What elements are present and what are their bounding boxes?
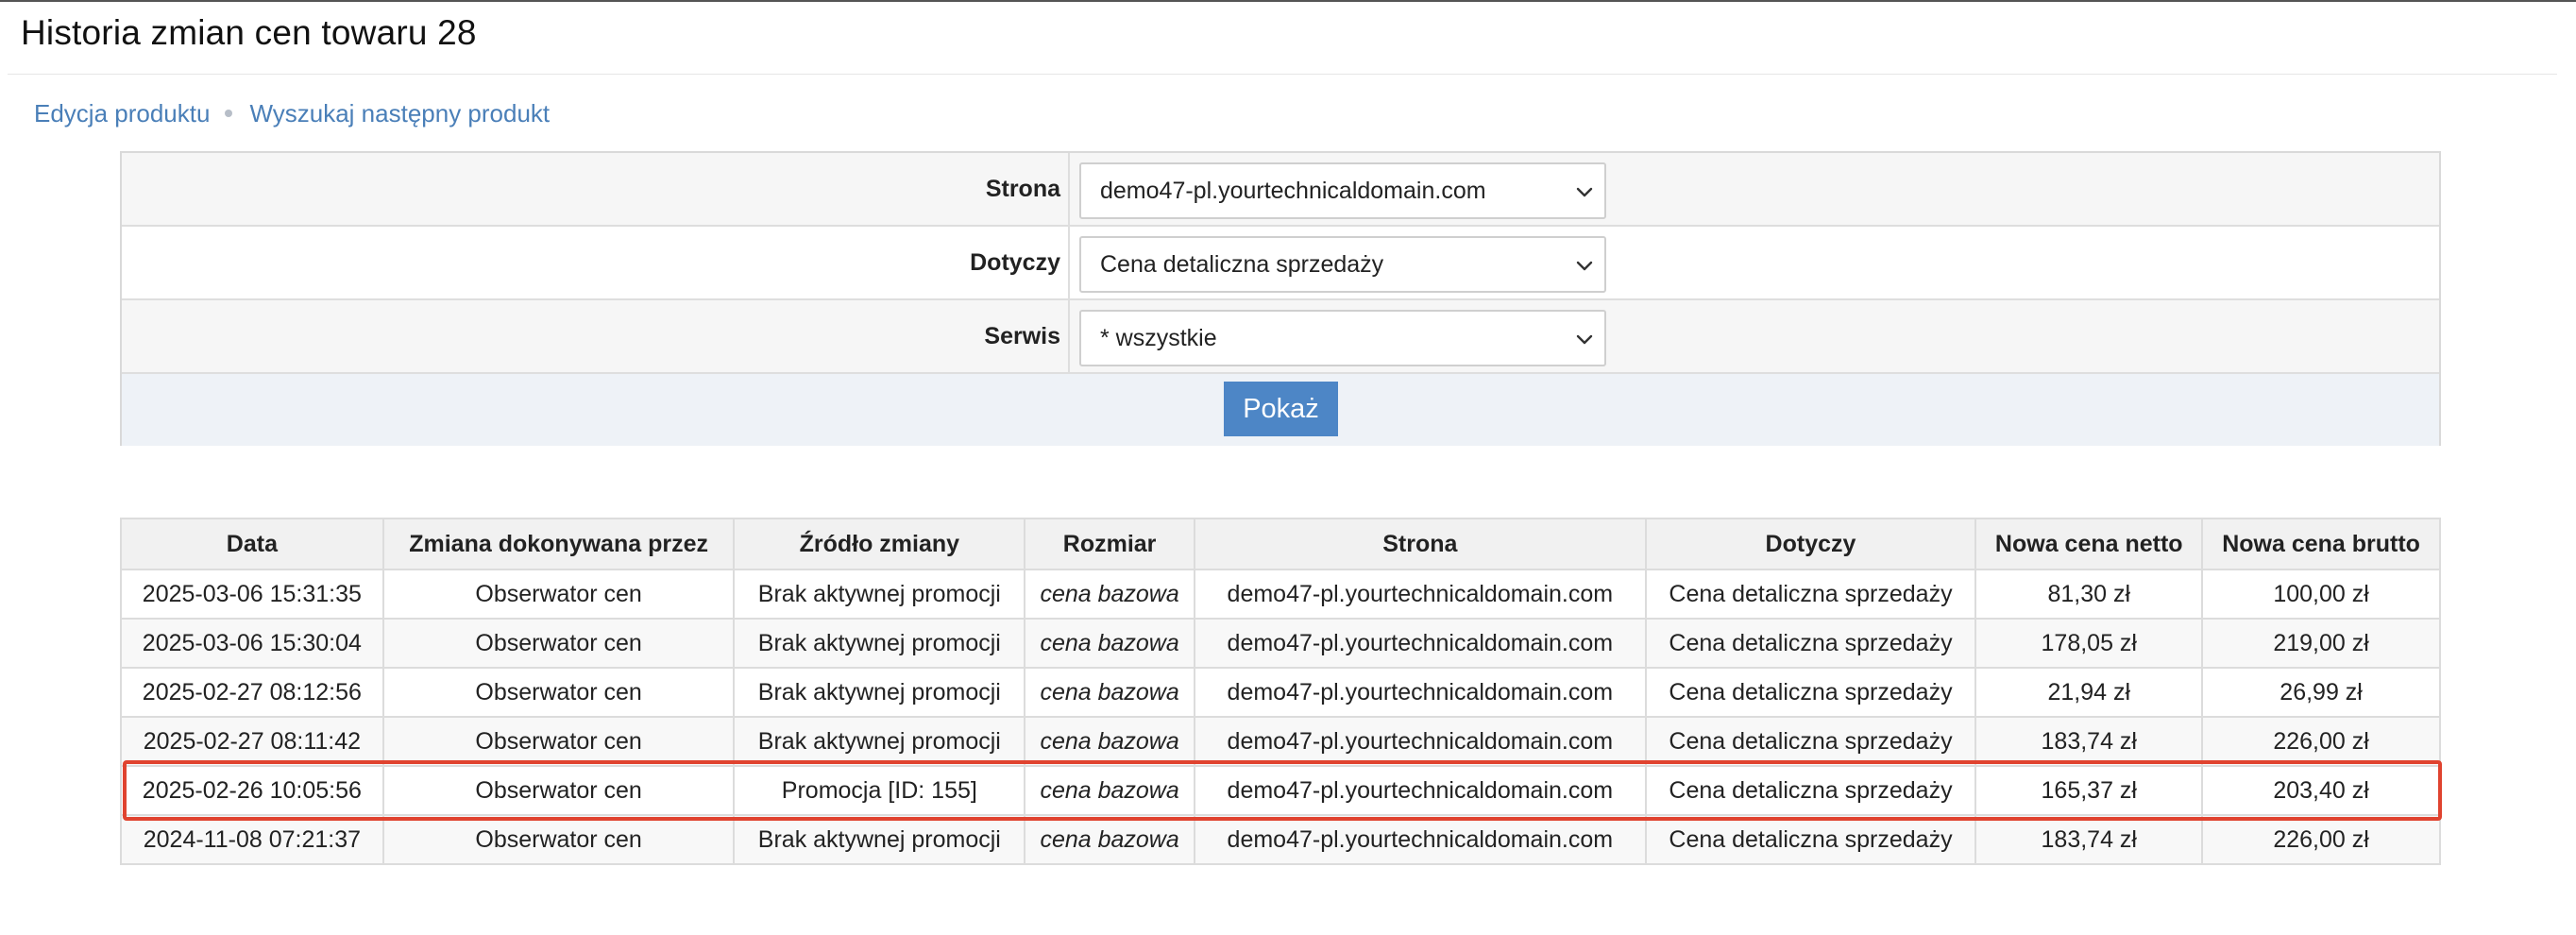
cell-net-price: 183,74 zł <box>1974 814 2204 865</box>
column-header[interactable]: Zmiana dokonywana przez <box>381 518 736 570</box>
cell-applies-to: Cena detaliczna sprzedaży <box>1644 618 1977 669</box>
site-select-value: demo47-pl.yourtechnicaldomain.com <box>1100 177 1486 204</box>
column-header[interactable]: Źródło zmiany <box>733 518 1026 570</box>
chevron-down-icon <box>1576 334 1593 345</box>
cell-gross-price: 26,99 zł <box>2201 667 2441 718</box>
cell-source: Brak aktywnej promocji <box>733 667 1026 718</box>
cell-date: 2025-02-27 08:12:56 <box>120 667 384 718</box>
cell-source: Brak aktywnej promocji <box>733 569 1026 620</box>
cell-size: cena bazowa <box>1024 716 1196 767</box>
cell-changed-by: Obserwator cen <box>381 667 736 718</box>
service-select-value: * wszystkie <box>1100 324 1217 351</box>
cell-size: cena bazowa <box>1024 569 1196 620</box>
price-history-table: Data Zmiana dokonywana przez Źródło zmia… <box>120 518 2441 865</box>
cell-changed-by: Obserwator cen <box>381 569 736 620</box>
cell-gross-price: 226,00 zł <box>2201 716 2441 767</box>
cell-site: demo47-pl.yourtechnicaldomain.com <box>1194 814 1647 865</box>
cell-gross-price: 226,00 zł <box>2201 814 2441 865</box>
cell-size: cena bazowa <box>1024 814 1196 865</box>
cell-changed-by: Obserwator cen <box>381 618 736 669</box>
column-header[interactable]: Data <box>120 518 384 570</box>
top-border <box>0 0 2576 2</box>
cell-changed-by: Obserwator cen <box>381 765 736 816</box>
cell-applies-to: Cena detaliczna sprzedaży <box>1644 814 1977 865</box>
column-header[interactable]: Dotyczy <box>1644 518 1977 570</box>
service-select[interactable]: * wszystkie <box>1079 310 1606 366</box>
cell-date: 2025-02-26 10:05:56 <box>120 765 384 816</box>
cell-site: demo47-pl.yourtechnicaldomain.com <box>1194 667 1647 718</box>
cell-changed-by: Obserwator cen <box>381 814 736 865</box>
title-divider <box>8 74 2557 75</box>
column-header[interactable]: Nowa cena brutto <box>2201 518 2441 570</box>
applies-to-label: Dotyczy <box>122 227 1070 298</box>
column-header[interactable]: Rozmiar <box>1024 518 1196 570</box>
cell-date: 2025-03-06 15:31:35 <box>120 569 384 620</box>
applies-to-select[interactable]: Cena detaliczna sprzedaży <box>1079 236 1606 293</box>
search-next-product-link[interactable]: Wyszukaj następny produkt <box>249 99 550 128</box>
filter-actions: Pokaż <box>122 374 2439 446</box>
cell-source: Brak aktywnej promocji <box>733 814 1026 865</box>
table-row: 2024-11-08 07:21:37 Obserwator cen Brak … <box>120 814 2441 865</box>
cell-net-price: 183,74 zł <box>1974 716 2204 767</box>
breadcrumb: Edycja produktu Wyszukaj następny produk… <box>34 98 550 128</box>
page-title: Historia zmian cen towaru 28 <box>21 13 477 52</box>
cell-net-price: 178,05 zł <box>1974 618 2204 669</box>
cell-date: 2025-02-27 08:11:42 <box>120 716 384 767</box>
site-select[interactable]: demo47-pl.yourtechnicaldomain.com <box>1079 162 1606 219</box>
table-row: 2025-03-06 15:30:04 Obserwator cen Brak … <box>120 618 2441 669</box>
table-row-highlighted: 2025-02-26 10:05:56 Obserwator cen Promo… <box>120 765 2441 816</box>
edit-product-link[interactable]: Edycja produktu <box>34 99 210 128</box>
table-header-row: Data Zmiana dokonywana przez Źródło zmia… <box>120 518 2441 570</box>
cell-site: demo47-pl.yourtechnicaldomain.com <box>1194 618 1647 669</box>
column-header[interactable]: Strona <box>1194 518 1647 570</box>
chevron-down-icon <box>1576 261 1593 271</box>
chevron-down-icon <box>1576 187 1593 197</box>
cell-source: Brak aktywnej promocji <box>733 716 1026 767</box>
cell-site: demo47-pl.yourtechnicaldomain.com <box>1194 569 1647 620</box>
cell-date: 2024-11-08 07:21:37 <box>120 814 384 865</box>
service-label: Serwis <box>122 300 1070 372</box>
cell-size: cena bazowa <box>1024 667 1196 718</box>
cell-gross-price: 100,00 zł <box>2201 569 2441 620</box>
cell-size: cena bazowa <box>1024 618 1196 669</box>
table-row: 2025-02-27 08:12:56 Obserwator cen Brak … <box>120 667 2441 718</box>
cell-source: Promocja [ID: 155] <box>733 765 1026 816</box>
applies-to-select-value: Cena detaliczna sprzedaży <box>1100 250 1384 278</box>
cell-net-price: 21,94 zł <box>1974 667 2204 718</box>
filter-row-site: Strona demo47-pl.yourtechnicaldomain.com <box>122 153 2439 227</box>
cell-applies-to: Cena detaliczna sprzedaży <box>1644 569 1977 620</box>
show-button[interactable]: Pokaż <box>1224 382 1338 436</box>
cell-size: cena bazowa <box>1024 765 1196 816</box>
cell-date: 2025-03-06 15:30:04 <box>120 618 384 669</box>
cell-gross-price: 203,40 zł <box>2201 765 2441 816</box>
separator-dot-icon <box>225 110 233 117</box>
table-row: 2025-03-06 15:31:35 Obserwator cen Brak … <box>120 569 2441 620</box>
column-header[interactable]: Nowa cena netto <box>1974 518 2204 570</box>
cell-site: demo47-pl.yourtechnicaldomain.com <box>1194 716 1647 767</box>
cell-site: demo47-pl.yourtechnicaldomain.com <box>1194 765 1647 816</box>
filter-row-service: Serwis * wszystkie <box>122 300 2439 374</box>
cell-net-price: 165,37 zł <box>1974 765 2204 816</box>
cell-gross-price: 219,00 zł <box>2201 618 2441 669</box>
cell-applies-to: Cena detaliczna sprzedaży <box>1644 765 1977 816</box>
filter-row-applies-to: Dotyczy Cena detaliczna sprzedaży <box>122 227 2439 300</box>
cell-applies-to: Cena detaliczna sprzedaży <box>1644 667 1977 718</box>
cell-net-price: 81,30 zł <box>1974 569 2204 620</box>
cell-source: Brak aktywnej promocji <box>733 618 1026 669</box>
site-label: Strona <box>122 153 1070 225</box>
filter-form: Strona demo47-pl.yourtechnicaldomain.com… <box>120 151 2441 446</box>
cell-applies-to: Cena detaliczna sprzedaży <box>1644 716 1977 767</box>
cell-changed-by: Obserwator cen <box>381 716 736 767</box>
table-row: 2025-02-27 08:11:42 Obserwator cen Brak … <box>120 716 2441 767</box>
